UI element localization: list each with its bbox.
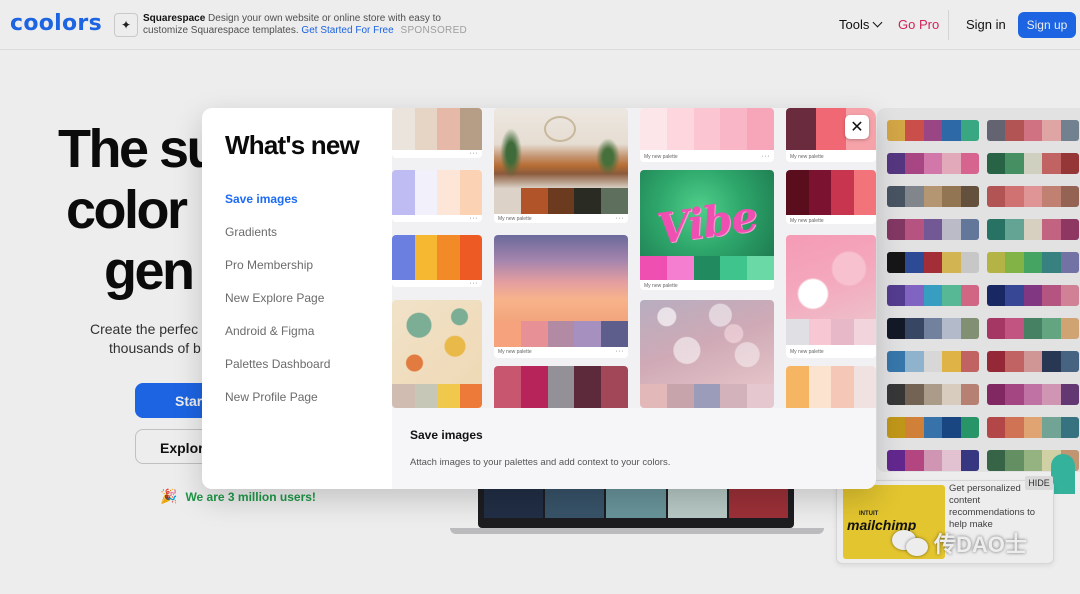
bokeh-image	[640, 300, 774, 384]
more-icon[interactable]: ···	[762, 153, 771, 160]
image-palette-card	[640, 300, 774, 408]
more-icon[interactable]: ···	[470, 150, 479, 157]
palette-name: My new palette	[790, 218, 824, 224]
menu-item-palettes-dashboard[interactable]: Palettes Dashboard	[225, 357, 330, 371]
more-icon[interactable]: ···	[470, 280, 479, 287]
image-palette-card: My new palette ···	[494, 235, 628, 358]
palette-name: My new palette	[498, 216, 532, 222]
palette-card: My new palette ···	[640, 108, 774, 162]
palette-card	[494, 366, 628, 408]
menu-item-new-profile-page[interactable]: New Profile Page	[225, 390, 330, 404]
palette-card: My new palette	[786, 170, 876, 224]
pink-paint-image	[786, 235, 876, 319]
palette-card	[786, 366, 876, 408]
more-icon[interactable]: ···	[470, 215, 479, 222]
image-palette-card	[392, 300, 482, 408]
feature-description: Attach images to your palettes and add c…	[410, 457, 671, 468]
menu-item-gradients[interactable]: Gradients	[225, 225, 330, 239]
whats-new-menu: Save images Gradients Pro Membership New…	[225, 192, 330, 404]
whats-new-modal: What's new Save images Gradients Pro Mem…	[202, 108, 876, 489]
image-palette-card: My new palette ···	[494, 108, 628, 223]
palette-name: My new palette	[644, 154, 678, 160]
menu-item-android-figma[interactable]: Android & Figma	[225, 324, 330, 338]
vibe-text: Vibe	[654, 191, 760, 254]
pattern-image	[392, 300, 482, 384]
image-palette-card: Vibe My new palette	[640, 170, 774, 290]
palette-card: ···	[392, 235, 482, 287]
sunset-image	[494, 235, 628, 321]
palette-name: My new palette	[498, 349, 532, 355]
palette-card: ···	[392, 108, 482, 158]
palette-name: My new palette	[790, 349, 824, 355]
menu-item-new-explore-page[interactable]: New Explore Page	[225, 291, 330, 305]
feature-preview-gallery: ··· ··· ··· My new palette ··· My new pal…	[392, 108, 876, 408]
interior-image	[494, 108, 628, 188]
palette-name: My new palette	[644, 283, 678, 289]
more-icon[interactable]: ···	[616, 215, 625, 222]
close-icon[interactable]: ✕	[845, 115, 869, 139]
palette-name: My new palette	[790, 154, 824, 160]
feature-title: Save images	[410, 428, 483, 442]
modal-title: What's new	[225, 130, 360, 160]
image-palette-card: My new palette	[786, 235, 876, 358]
vibe-neon-image: Vibe	[640, 170, 774, 256]
feature-detail: Save images Attach images to your palett…	[392, 408, 876, 489]
more-icon[interactable]: ···	[616, 348, 625, 355]
menu-item-save-images[interactable]: Save images	[225, 192, 330, 206]
palette-card: ···	[392, 170, 482, 222]
menu-item-pro-membership[interactable]: Pro Membership	[225, 258, 330, 272]
